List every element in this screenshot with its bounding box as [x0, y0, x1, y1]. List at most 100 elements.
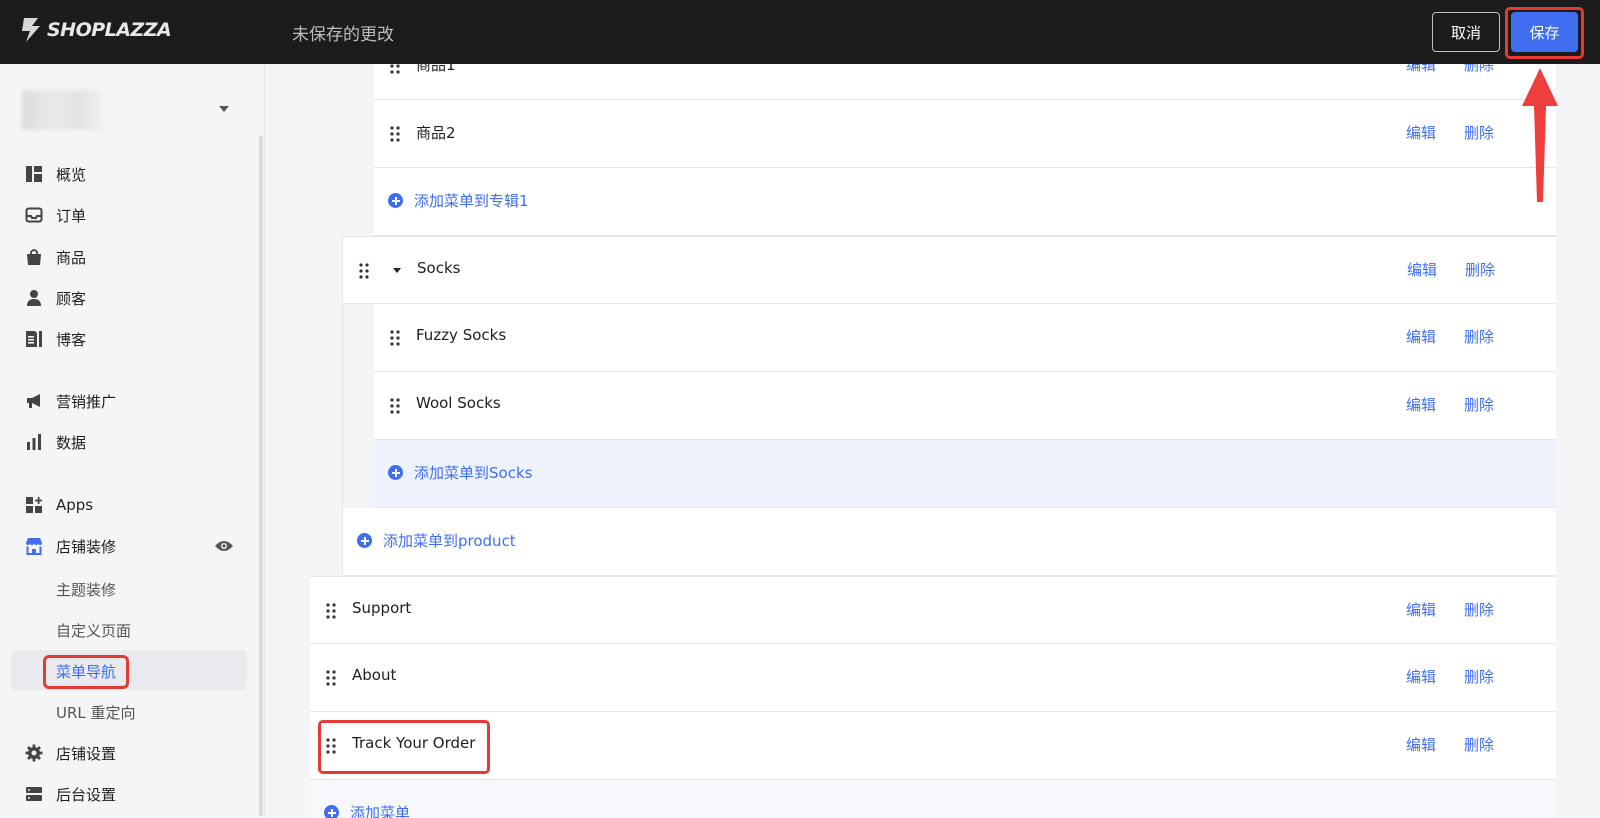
add-circle-icon — [357, 533, 372, 548]
sidebar-item-products[interactable]: 商品 — [24, 242, 86, 272]
store-selector[interactable] — [22, 90, 237, 134]
sidebar-item-label: 营销推广 — [56, 392, 117, 411]
add-circle-icon — [324, 805, 339, 818]
edit-link[interactable]: 编辑 — [1406, 122, 1436, 143]
delete-link[interactable]: 删除 — [1464, 122, 1494, 143]
sidebar-item-customers[interactable]: 顾客 — [24, 283, 86, 313]
sidebar-item-store-design[interactable]: 店铺装修 — [24, 531, 116, 561]
sidebar-item-label: 订单 — [56, 206, 87, 225]
sidebar-item-store-settings[interactable]: 店铺设置 — [24, 738, 116, 768]
blog-icon — [24, 329, 44, 349]
logo: SHOPLAZZA — [20, 16, 172, 44]
bar-chart-icon — [24, 432, 44, 452]
store-icon — [24, 536, 44, 556]
drag-handle-icon[interactable] — [390, 330, 400, 346]
sidebar-item-overview[interactable]: 概览 — [24, 159, 86, 189]
edit-link[interactable]: 编辑 — [1406, 734, 1436, 755]
sidebar-item-admin-settings[interactable]: 后台设置 — [24, 779, 116, 809]
sidebar-subitem-url-redirect[interactable]: URL 重定向 — [56, 699, 136, 725]
logo-mark-icon — [20, 16, 42, 44]
menu-item-label: 商品2 — [416, 124, 456, 142]
delete-link[interactable]: 删除 — [1464, 734, 1494, 755]
menu-item-label: About — [352, 666, 397, 684]
gear-icon — [24, 743, 44, 763]
menu-editor: 商品1 编辑 删除 商品2 编辑 删除 添加菜单到专辑1 Socks 编辑 删除… — [310, 64, 1556, 818]
add-menu-link[interactable]: 添加菜单到product — [383, 530, 516, 551]
drag-handle-icon[interactable] — [359, 263, 369, 279]
drag-handle-icon[interactable] — [390, 126, 400, 142]
delete-link[interactable]: 删除 — [1464, 666, 1494, 687]
sidebar-item-label: 顾客 — [56, 289, 87, 308]
add-menu-row[interactable]: 添加菜单到product — [342, 508, 1556, 576]
menu-row: Socks 编辑 删除 — [342, 236, 1556, 304]
add-menu-row[interactable]: 添加菜单到Socks — [374, 440, 1556, 508]
person-icon — [24, 288, 44, 308]
menu-row: Track Your Order 编辑 删除 — [310, 712, 1556, 780]
edit-link[interactable]: 编辑 — [1406, 394, 1436, 415]
caret-down-icon[interactable] — [393, 268, 401, 273]
unsaved-changes-text: 未保存的更改 — [292, 25, 394, 45]
sidebar-subitem-theme[interactable]: 主题装修 — [56, 576, 116, 602]
sidebar-item-label: 数据 — [56, 433, 87, 452]
sidebar-item-label: 商品 — [56, 248, 87, 267]
sidebar-item-apps[interactable]: Apps — [24, 490, 93, 520]
add-menu-link[interactable]: 添加菜单 — [350, 802, 410, 818]
sidebar-item-label: Apps — [56, 496, 94, 514]
sidebar-subitem-custom-pages[interactable]: 自定义页面 — [56, 617, 131, 643]
delete-link[interactable]: 删除 — [1464, 64, 1494, 75]
save-button[interactable]: 保存 — [1511, 12, 1578, 52]
add-menu-row[interactable]: 添加菜单 — [310, 780, 1556, 818]
caret-down-icon — [219, 106, 229, 112]
menu-item-label: 商品1 — [416, 64, 456, 74]
sidebar-item-orders[interactable]: 订单 — [24, 200, 86, 230]
cancel-button[interactable]: 取消 — [1432, 12, 1500, 52]
add-menu-row[interactable]: 添加菜单到专辑1 — [374, 168, 1556, 236]
drag-handle-icon[interactable] — [326, 670, 336, 686]
edit-link[interactable]: 编辑 — [1406, 64, 1436, 75]
menu-row: Fuzzy Socks 编辑 删除 — [374, 304, 1556, 372]
sidebar-item-marketing[interactable]: 营销推广 — [24, 386, 116, 416]
add-menu-link[interactable]: 添加菜单到Socks — [414, 462, 532, 483]
sidebar-item-label: 后台设置 — [56, 785, 117, 804]
drag-handle-icon[interactable] — [326, 603, 336, 619]
sidebar-item-label: 店铺设置 — [56, 744, 117, 763]
sidebar-item-blog[interactable]: 博客 — [24, 324, 86, 354]
drag-handle-icon[interactable] — [390, 398, 400, 414]
track-order-highlight — [318, 720, 490, 774]
arrow-up-annotation — [1522, 68, 1558, 202]
delete-link[interactable]: 删除 — [1464, 394, 1494, 415]
sidebar-item-label: 店铺装修 — [56, 537, 117, 556]
menu-row: 商品2 编辑 删除 — [374, 100, 1556, 168]
menu-row: 商品1 编辑 删除 — [374, 64, 1556, 100]
server-icon — [24, 784, 44, 804]
apps-icon — [24, 495, 44, 515]
edit-link[interactable]: 编辑 — [1406, 326, 1436, 347]
menu-row: Wool Socks 编辑 删除 — [374, 372, 1556, 440]
delete-link[interactable]: 删除 — [1465, 259, 1495, 280]
add-circle-icon — [388, 465, 403, 480]
dashboard-icon — [24, 164, 44, 184]
logo-text: SHOPLAZZA — [47, 19, 172, 41]
bag-icon — [24, 247, 44, 267]
add-circle-icon — [388, 193, 403, 208]
sidebar-item-data[interactable]: 数据 — [24, 427, 86, 457]
inbox-icon — [24, 205, 44, 225]
edit-link[interactable]: 编辑 — [1406, 666, 1436, 687]
menu-navigation-highlight — [43, 655, 129, 689]
drag-handle-icon[interactable] — [390, 64, 400, 74]
sidebar-item-label: 博客 — [56, 330, 87, 349]
megaphone-icon — [24, 391, 44, 411]
eye-icon[interactable] — [214, 538, 234, 557]
sidebar-item-label: 概览 — [56, 165, 87, 184]
menu-row: Support 编辑 删除 — [310, 576, 1556, 644]
delete-link[interactable]: 删除 — [1464, 326, 1494, 347]
menu-item-label: Socks — [417, 259, 461, 277]
add-menu-link[interactable]: 添加菜单到专辑1 — [414, 190, 529, 211]
menu-item-label: Wool Socks — [416, 394, 501, 412]
delete-link[interactable]: 删除 — [1464, 599, 1494, 620]
edit-link[interactable]: 编辑 — [1407, 259, 1437, 280]
menu-row: About 编辑 删除 — [310, 644, 1556, 712]
edit-link[interactable]: 编辑 — [1406, 599, 1436, 620]
store-name-blurred — [22, 90, 104, 130]
sidebar-scrollbar[interactable] — [259, 136, 263, 816]
